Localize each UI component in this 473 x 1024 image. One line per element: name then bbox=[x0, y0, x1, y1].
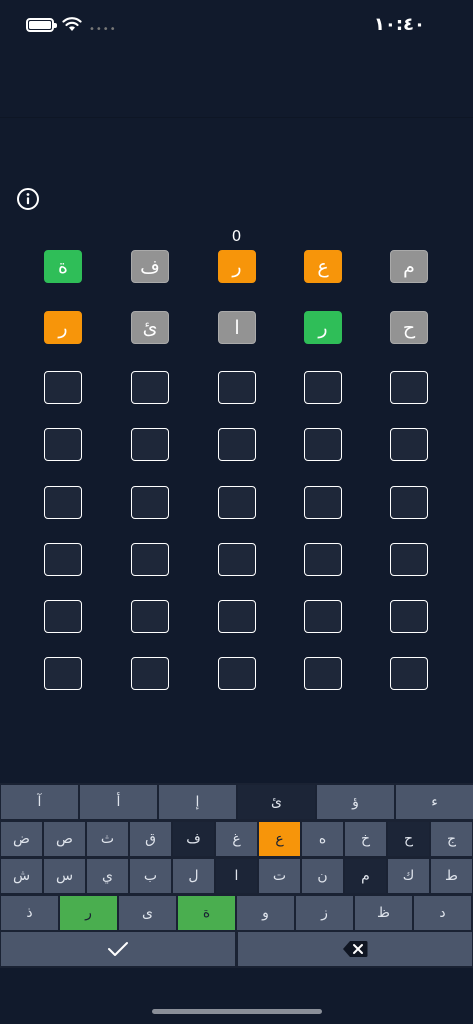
key-2-4[interactable]: ق bbox=[130, 822, 171, 856]
key-3-3[interactable]: ي bbox=[87, 859, 128, 893]
enter-button[interactable] bbox=[1, 932, 235, 966]
letter-tile: ح bbox=[390, 311, 428, 344]
key-1-6[interactable]: ء bbox=[396, 785, 473, 819]
key-2-1[interactable]: ض bbox=[1, 822, 42, 856]
letter-tile bbox=[131, 371, 169, 404]
board-row: ةفرعم bbox=[0, 250, 473, 284]
key-2-11[interactable]: ج bbox=[431, 822, 472, 856]
key-2-10[interactable]: ح bbox=[388, 822, 429, 856]
board-row bbox=[0, 486, 473, 520]
letter-tile: ر bbox=[44, 311, 82, 344]
letter-tile bbox=[44, 543, 82, 576]
key-3-8[interactable]: ن bbox=[302, 859, 343, 893]
letter-tile: ع bbox=[304, 250, 342, 283]
board-row bbox=[0, 428, 473, 462]
score-label: 0 bbox=[231, 227, 242, 245]
key-1-4[interactable]: ئ bbox=[238, 785, 315, 819]
key-3-1[interactable]: ش bbox=[1, 859, 42, 893]
key-1-2[interactable]: أ bbox=[80, 785, 157, 819]
letter-tile bbox=[304, 543, 342, 576]
letter-tile bbox=[390, 600, 428, 633]
letter-tile bbox=[304, 600, 342, 633]
key-2-9[interactable]: خ bbox=[345, 822, 386, 856]
letter-tile bbox=[304, 486, 342, 519]
battery-icon bbox=[26, 18, 57, 32]
home-indicator bbox=[152, 1009, 322, 1014]
letter-tile bbox=[131, 486, 169, 519]
key-3-9[interactable]: م bbox=[345, 859, 386, 893]
arabic-keyboard: آأإئؤء ضصثقفغعهخحج شسيبلاتنمكط ذرىةوزظد bbox=[0, 783, 473, 968]
key-4-7[interactable]: ظ bbox=[355, 896, 412, 930]
board-row bbox=[0, 600, 473, 634]
letter-tile bbox=[44, 657, 82, 690]
key-4-6[interactable]: ز bbox=[296, 896, 353, 930]
info-icon[interactable] bbox=[16, 187, 40, 211]
key-3-4[interactable]: ب bbox=[130, 859, 171, 893]
key-2-7[interactable]: ع bbox=[259, 822, 300, 856]
letter-tile bbox=[304, 371, 342, 404]
letter-tile bbox=[218, 428, 256, 461]
key-3-6[interactable]: ا bbox=[216, 859, 257, 893]
key-2-8[interactable]: ه bbox=[302, 822, 343, 856]
backspace-icon bbox=[343, 941, 368, 957]
key-4-3[interactable]: ى bbox=[119, 896, 176, 930]
letter-tile: ا bbox=[218, 311, 256, 344]
key-1-3[interactable]: إ bbox=[159, 785, 236, 819]
key-2-6[interactable]: غ bbox=[216, 822, 257, 856]
key-3-2[interactable]: س bbox=[44, 859, 85, 893]
letter-tile: ر bbox=[304, 311, 342, 344]
letter-tile bbox=[390, 543, 428, 576]
key-4-1[interactable]: ذ bbox=[1, 896, 58, 930]
key-3-11[interactable]: ط bbox=[431, 859, 472, 893]
letter-tile: ة bbox=[44, 250, 82, 283]
letter-tile bbox=[218, 657, 256, 690]
key-2-3[interactable]: ث bbox=[87, 822, 128, 856]
status-bar: •••• ١٠:٤٠ bbox=[0, 0, 473, 54]
letter-tile bbox=[304, 428, 342, 461]
letter-tile bbox=[218, 486, 256, 519]
letter-tile bbox=[131, 600, 169, 633]
navigation-bar bbox=[0, 54, 473, 118]
wifi-icon bbox=[62, 17, 82, 31]
key-4-4[interactable]: ة bbox=[178, 896, 235, 930]
key-3-10[interactable]: ك bbox=[388, 859, 429, 893]
letter-tile bbox=[218, 600, 256, 633]
letter-tile: م bbox=[390, 250, 428, 283]
key-3-5[interactable]: ل bbox=[173, 859, 214, 893]
letter-tile bbox=[131, 543, 169, 576]
letter-tile bbox=[218, 371, 256, 404]
key-4-2[interactable]: ر bbox=[60, 896, 117, 930]
key-4-5[interactable]: و bbox=[237, 896, 294, 930]
key-4-8[interactable]: د bbox=[414, 896, 471, 930]
letter-tile: ئ bbox=[131, 311, 169, 344]
key-2-5[interactable]: ف bbox=[173, 822, 214, 856]
key-1-1[interactable]: آ bbox=[1, 785, 78, 819]
letter-tile bbox=[131, 657, 169, 690]
letter-tile bbox=[218, 543, 256, 576]
delete-button[interactable] bbox=[238, 932, 472, 966]
board-row bbox=[0, 371, 473, 405]
signal-dots: •••• bbox=[89, 24, 117, 35]
letter-tile bbox=[44, 428, 82, 461]
checkmark-icon bbox=[108, 942, 128, 956]
key-2-2[interactable]: ص bbox=[44, 822, 85, 856]
letter-tile bbox=[390, 428, 428, 461]
letter-tile bbox=[44, 371, 82, 404]
board-row bbox=[0, 543, 473, 577]
letter-tile bbox=[44, 486, 82, 519]
letter-tile bbox=[390, 371, 428, 404]
letter-tile bbox=[390, 486, 428, 519]
key-3-7[interactable]: ت bbox=[259, 859, 300, 893]
board-row: رئارح bbox=[0, 311, 473, 345]
letter-tile: ر bbox=[218, 250, 256, 283]
letter-tile: ف bbox=[131, 250, 169, 283]
letter-tile bbox=[304, 657, 342, 690]
board-row bbox=[0, 657, 473, 691]
letter-tile bbox=[131, 428, 169, 461]
status-time: ١٠:٤٠ bbox=[373, 14, 425, 35]
letter-tile bbox=[390, 657, 428, 690]
key-1-5[interactable]: ؤ bbox=[317, 785, 394, 819]
letter-tile bbox=[44, 600, 82, 633]
